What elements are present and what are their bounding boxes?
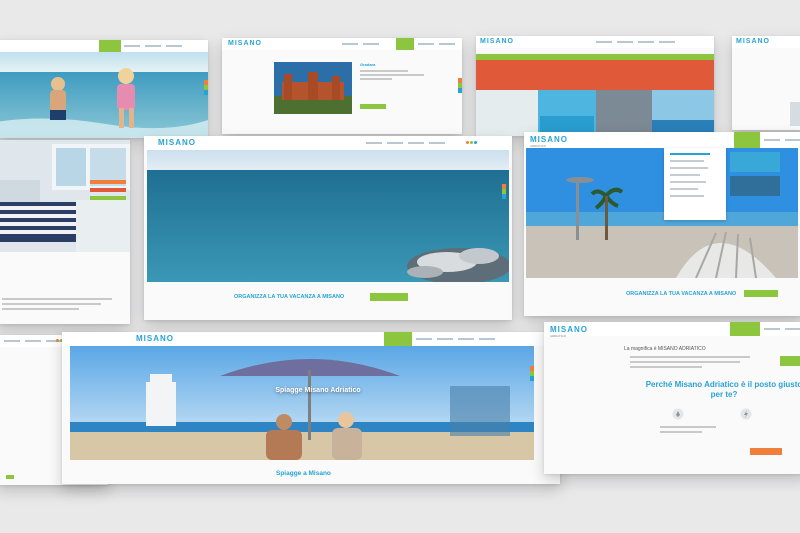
dropdown-menu[interactable] [664, 148, 726, 220]
screenshot-card-castle: MISANO Gradara [222, 38, 462, 134]
main-nav[interactable] [4, 340, 62, 342]
bottom-green-marker [6, 475, 14, 479]
screenshot-card-room [0, 140, 130, 324]
screenshot-card-pool: MISANO [476, 36, 714, 136]
kids-beach-photo [0, 52, 208, 138]
pool-gym-photos [476, 90, 714, 136]
menu-thumb-1[interactable] [730, 152, 780, 172]
red-feature-band [476, 60, 714, 90]
listing-info: Gradara [360, 62, 440, 82]
language-strip[interactable] [458, 78, 462, 93]
sea-cta-button[interactable] [370, 293, 408, 301]
secondary-nav[interactable] [418, 43, 455, 45]
misano-logo[interactable]: MISANO [228, 40, 262, 47]
beach-banner-title: Spiagge Misano Adriatico [275, 387, 361, 394]
language-flags[interactable] [466, 141, 477, 144]
nav-active-tab[interactable] [384, 332, 412, 346]
nav-active-tab[interactable] [734, 132, 760, 148]
why-headline: Perché Misano Adriatico è il posto giust… [645, 380, 800, 399]
misano-logo[interactable]: MISANO [158, 138, 196, 147]
nav-active-tab[interactable] [730, 322, 760, 336]
hotel-room-photo [0, 140, 130, 252]
screenshot-card-kids [0, 40, 208, 138]
screenshot-card-top-right: MISANO [732, 36, 800, 130]
beach-selfie-photo [70, 346, 534, 460]
language-strip[interactable] [502, 184, 506, 199]
main-nav[interactable] [124, 45, 182, 47]
nav-active-tab[interactable] [99, 40, 121, 52]
listing-cta[interactable] [360, 104, 386, 109]
why-green-button[interactable] [780, 356, 800, 366]
lightning-icon [740, 408, 752, 420]
main-nav[interactable] [342, 43, 379, 45]
language-strip[interactable] [530, 366, 534, 381]
why-orange-button[interactable] [750, 448, 782, 455]
square-cta-button[interactable] [744, 290, 778, 297]
screenshot-card-why: MISANO ADRIATICO La magnifica è MISANO AD… [544, 322, 800, 474]
nav-active-tab[interactable] [396, 38, 414, 50]
main-nav[interactable] [366, 142, 445, 144]
map-pin-icon [672, 408, 684, 420]
misano-logo[interactable]: MISANO [480, 38, 514, 45]
language-strip[interactable] [204, 80, 208, 95]
why-intro-lines [630, 356, 750, 368]
screenshot-card-beach: MISANO Spiagge Misano Adriatico Spiagge … [62, 332, 560, 484]
main-nav[interactable] [596, 41, 675, 43]
menu-thumb-2[interactable] [730, 176, 780, 196]
screenshot-card-square: MISANO ADRIATICO ORGANIZZA LA TUA VACANZA… [524, 132, 800, 316]
main-nav[interactable] [764, 139, 800, 141]
room-description-lines [2, 298, 112, 310]
square-cta-headline: ORGANIZZA LA TUA VACANZA A MISANO [626, 291, 737, 297]
castle-photo [274, 62, 352, 114]
screenshot-card-sea: MISANO ORGANIZZA LA TUA VACANZA A MISANO [144, 136, 512, 320]
sea-rocks-photo [147, 150, 509, 282]
image-placeholder [790, 102, 800, 126]
misano-logo[interactable]: MISANO [136, 334, 174, 343]
why-intro: La magnifica è MISANO ADRIATICO [624, 346, 706, 352]
why-feature-lines [660, 426, 800, 433]
misano-logo[interactable]: MISANO ADRIATICO [550, 325, 588, 338]
main-nav[interactable] [764, 328, 800, 330]
misano-logo[interactable]: MISANO [736, 38, 770, 45]
main-nav[interactable] [416, 338, 495, 340]
beach-footer-title: Spiagge a Misano [276, 470, 331, 477]
listing-title: Gradara [360, 62, 376, 67]
misano-logo[interactable]: MISANO ADRIATICO [530, 135, 568, 148]
sea-cta-headline: ORGANIZZA LA TUA VACANZA A MISANO [234, 294, 345, 300]
